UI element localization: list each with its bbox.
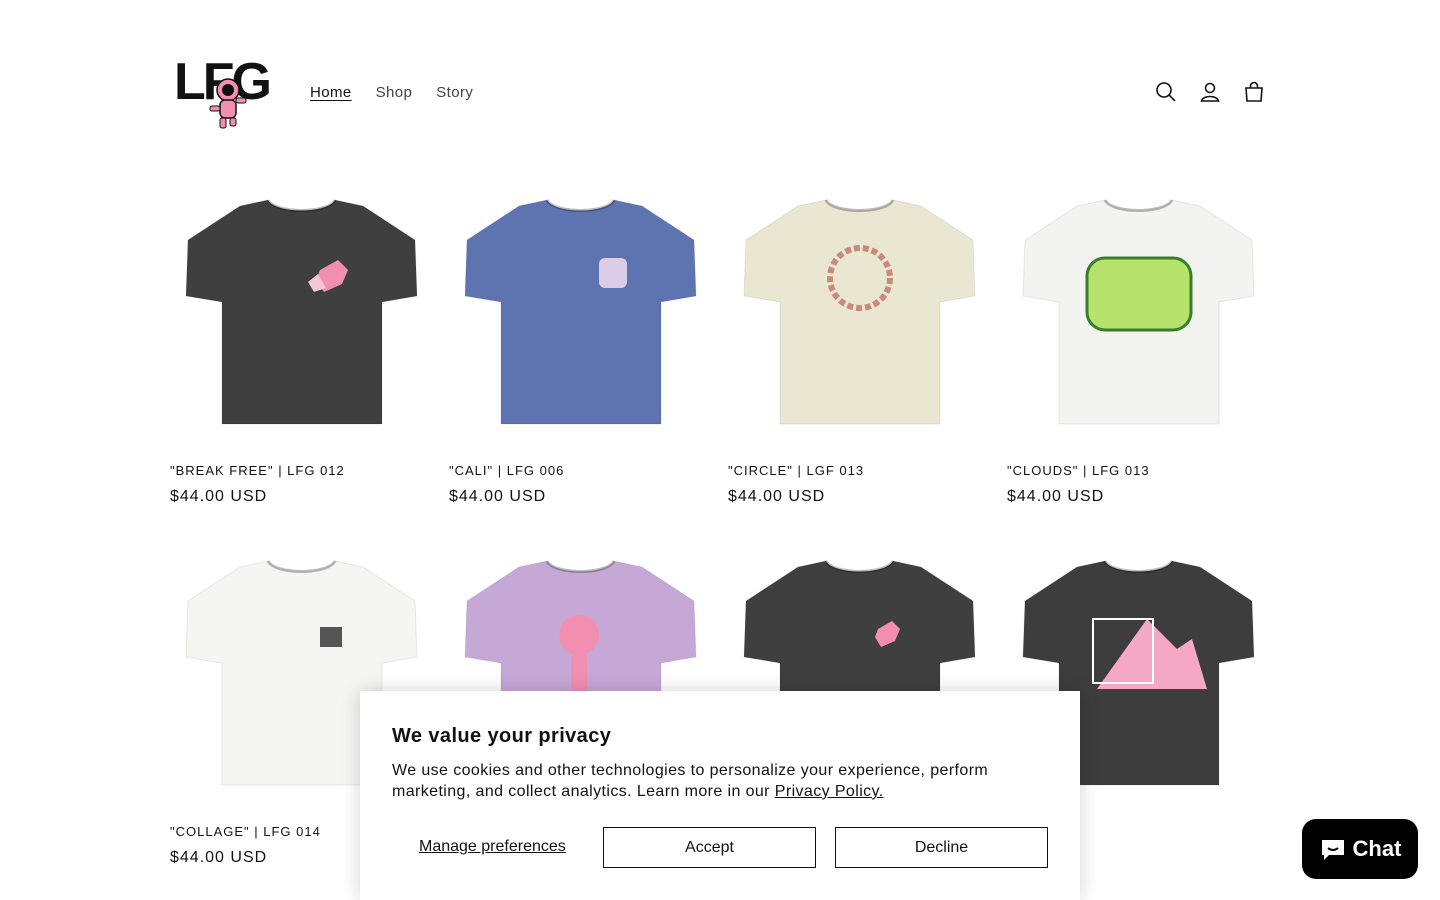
product-card[interactable]: "CIRCLE" | LGF 013 $44.00 USD (728, 178, 991, 539)
accept-button[interactable]: Accept (603, 827, 816, 868)
product-price: $44.00 USD (1007, 488, 1105, 505)
tshirt-icon (743, 199, 976, 425)
cookie-actions: Manage preferences Accept Decline (392, 827, 1048, 868)
product-price: $44.00 USD (449, 488, 547, 505)
product-price: $44.00 USD (728, 488, 826, 505)
cookie-text: We use cookies and other technologies to… (392, 760, 1032, 802)
astronaut-icon (209, 78, 247, 129)
product-image[interactable] (1007, 178, 1270, 441)
product-card[interactable]: "CALI" | LFG 006 $44.00 USD (449, 178, 712, 539)
site-header: LFG Home Shop Story (170, 50, 1270, 136)
main-nav: Home Shop Story (298, 82, 485, 103)
header-icons (1154, 80, 1266, 104)
chat-button[interactable]: Chat (1302, 819, 1418, 879)
cart-icon[interactable] (1242, 80, 1266, 104)
cookie-title: We value your privacy (392, 725, 612, 747)
tshirt-icon (185, 199, 418, 425)
chat-label: Chat (1352, 836, 1402, 861)
product-card[interactable]: "BREAK FREE" | LFG 012 $44.00 USD (170, 178, 433, 539)
privacy-policy-link[interactable]: Privacy Policy. (775, 783, 884, 800)
site-logo[interactable]: LFG (170, 50, 272, 134)
nav-item-story[interactable]: Story (424, 82, 485, 103)
search-icon[interactable] (1154, 80, 1178, 104)
cookie-body: We use cookies and other technologies to… (392, 762, 989, 800)
manage-preferences-button[interactable]: Manage preferences (419, 838, 566, 856)
product-title[interactable]: "CIRCLE" | LGF 013 (728, 463, 991, 478)
account-icon[interactable] (1198, 80, 1222, 104)
nav-item-shop[interactable]: Shop (364, 82, 425, 103)
product-title[interactable]: "CLOUDS" | LFG 013 (1007, 463, 1270, 478)
tshirt-icon (1022, 199, 1255, 425)
product-image[interactable] (170, 178, 433, 441)
chat-icon (1321, 840, 1344, 860)
tshirt-icon (464, 199, 697, 425)
product-card[interactable]: "CLOUDS" | LFG 013 $44.00 USD (1007, 178, 1270, 539)
product-price: $44.00 USD (170, 488, 268, 505)
cookie-banner: We value your privacy We use cookies and… (360, 691, 1080, 900)
product-image[interactable] (449, 178, 712, 441)
product-title[interactable]: "BREAK FREE" | LFG 012 (170, 463, 433, 478)
product-title[interactable]: "CALI" | LFG 006 (449, 463, 712, 478)
decline-button[interactable]: Decline (835, 827, 1048, 868)
product-image[interactable] (728, 178, 991, 441)
nav-item-home[interactable]: Home (298, 82, 364, 103)
